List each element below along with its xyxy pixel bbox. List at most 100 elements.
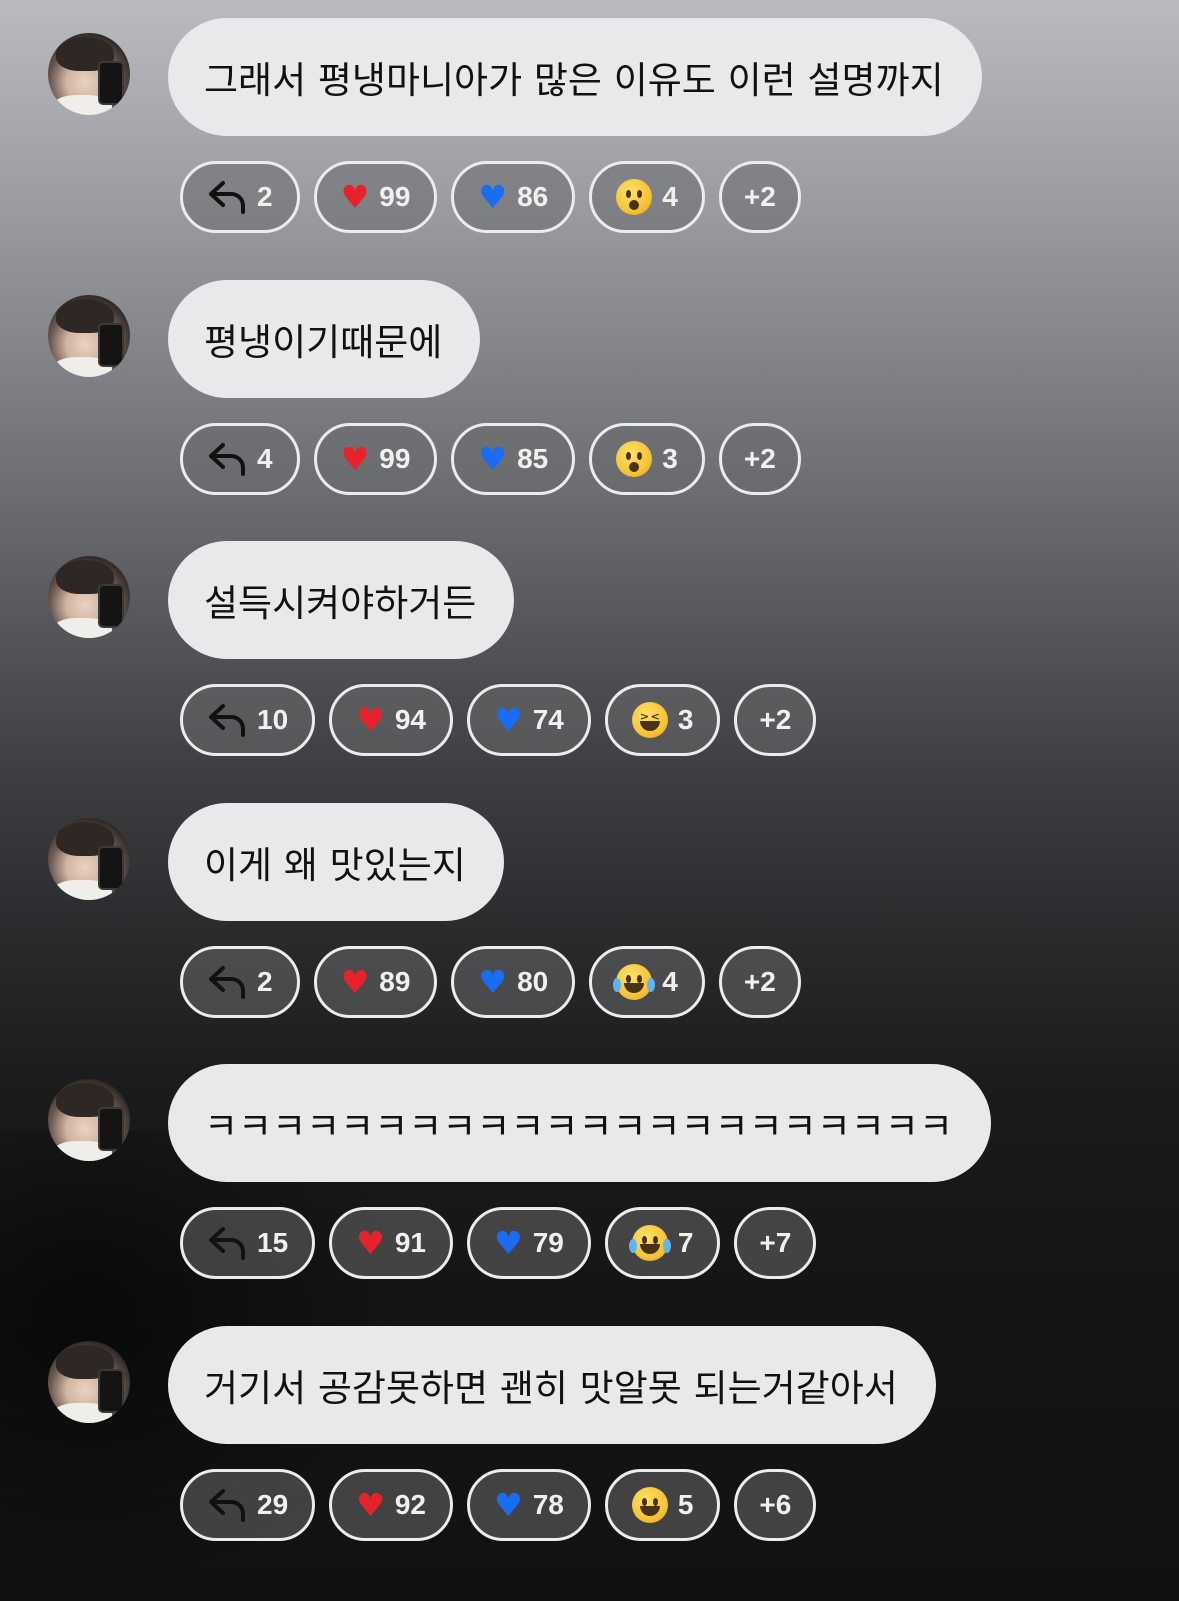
more-reactions-count: +7 xyxy=(759,1227,792,1258)
more-reactions-button[interactable]: +2 xyxy=(718,161,801,233)
reaction-count: 99 xyxy=(379,442,411,474)
more-reactions-count: +2 xyxy=(743,442,776,474)
reaction-count: 94 xyxy=(394,704,426,735)
message-bubble[interactable]: 거기서 공감못하면 괜히 맛알못 되는거같아서 xyxy=(168,1325,936,1444)
reply-count-button[interactable]: 2 xyxy=(180,945,300,1018)
more-reactions-count: +2 xyxy=(759,704,792,735)
reaction-bar: 2 ♥ 89 ♥ 80 4 +2 xyxy=(180,945,801,1018)
more-reactions-count: +2 xyxy=(743,181,776,212)
reaction-tears-of-joy-face-button[interactable]: 7 xyxy=(604,1207,721,1279)
heart-blue-icon: ♥ xyxy=(494,1485,523,1524)
message-item: 평냉이기때문에 4 ♥ 99 ♥ 85 3 +2 xyxy=(0,260,1179,527)
reply-count: 2 xyxy=(257,965,273,997)
more-reactions-button[interactable]: +2 xyxy=(718,422,801,495)
reply-count: 29 xyxy=(257,1488,289,1520)
message-bubble[interactable]: 설득시켜야하거든 xyxy=(168,541,515,659)
hushed-face-icon xyxy=(616,179,653,215)
reply-arrow-icon xyxy=(207,1225,247,1261)
reply-arrow-icon xyxy=(207,964,247,1000)
reply-count: 15 xyxy=(257,1227,289,1258)
reply-count-button[interactable]: 2 xyxy=(180,161,300,233)
heart-red-icon: ♥ xyxy=(356,1224,385,1262)
heart-red-icon: ♥ xyxy=(340,962,370,1001)
reply-count-button[interactable]: 4 xyxy=(180,422,300,495)
reaction-count: 85 xyxy=(517,442,549,474)
hushed-face-icon xyxy=(616,440,653,477)
heart-blue-icon: ♥ xyxy=(494,1224,523,1262)
more-reactions-button[interactable]: +2 xyxy=(734,684,817,756)
reaction-heart-blue-button[interactable]: ♥ 74 xyxy=(467,684,591,756)
message-bubble[interactable]: 평냉이기때문에 xyxy=(168,279,481,398)
reply-arrow-icon xyxy=(207,179,247,215)
reaction-heart-blue-button[interactable]: ♥ 78 xyxy=(467,1468,591,1541)
reaction-count: 80 xyxy=(517,965,549,997)
reply-arrow-icon xyxy=(207,1487,247,1523)
reply-arrow-icon xyxy=(207,441,247,477)
reaction-squinting-laughing-face-button[interactable]: > < 3 xyxy=(604,684,721,756)
reaction-heart-red-button[interactable]: ♥ 99 xyxy=(313,161,438,233)
reaction-heart-red-button[interactable]: ♥ 91 xyxy=(329,1207,453,1279)
reply-count-button[interactable]: 29 xyxy=(180,1468,316,1541)
message-bubble[interactable]: ㅋㅋㅋㅋㅋㅋㅋㅋㅋㅋㅋㅋㅋㅋㅋㅋㅋㅋㅋㅋㅋㅋ xyxy=(168,1064,991,1182)
message-item: 설득시켜야하거든 10 ♥ 94 ♥ 74 > < 3 +2 xyxy=(0,521,1179,788)
reply-count: 4 xyxy=(257,442,273,474)
reaction-count: 86 xyxy=(517,181,549,212)
tears-of-joy-face-icon xyxy=(628,1225,671,1261)
reaction-count: 92 xyxy=(394,1488,426,1520)
reaction-heart-blue-button[interactable]: ♥ 80 xyxy=(451,945,576,1018)
reaction-count: 3 xyxy=(662,442,678,474)
reaction-heart-red-button[interactable]: ♥ 99 xyxy=(313,422,438,495)
reply-arrow-icon xyxy=(207,702,247,738)
avatar[interactable] xyxy=(48,1340,130,1423)
reaction-tears-of-joy-face-button[interactable]: 4 xyxy=(589,945,705,1018)
more-reactions-button[interactable]: +2 xyxy=(718,945,801,1018)
reaction-count: 74 xyxy=(532,704,564,735)
more-reactions-count: +2 xyxy=(743,965,776,997)
reaction-count: 91 xyxy=(394,1227,426,1258)
reaction-count: 89 xyxy=(379,965,411,997)
reaction-heart-blue-button[interactable]: ♥ 85 xyxy=(451,422,576,495)
reaction-heart-red-button[interactable]: ♥ 89 xyxy=(313,945,438,1018)
reaction-heart-blue-button[interactable]: ♥ 86 xyxy=(451,161,576,233)
reply-count: 2 xyxy=(257,181,273,212)
reply-count: 10 xyxy=(257,704,289,735)
message-item: 이게 왜 맛있는지 2 ♥ 89 ♥ 80 4 +2 xyxy=(0,783,1179,1050)
reply-count-button[interactable]: 15 xyxy=(180,1207,316,1279)
reaction-hushed-face-button[interactable]: 4 xyxy=(589,161,705,233)
squinting-laughing-face-icon: > < xyxy=(631,702,668,738)
reaction-count: 78 xyxy=(532,1488,564,1520)
more-reactions-button[interactable]: +6 xyxy=(734,1468,817,1541)
heart-blue-icon: ♥ xyxy=(478,178,508,216)
message-item: ㅋㅋㅋㅋㅋㅋㅋㅋㅋㅋㅋㅋㅋㅋㅋㅋㅋㅋㅋㅋㅋㅋ 15 ♥ 91 ♥ 79 7 +7 xyxy=(0,1044,1179,1311)
avatar[interactable] xyxy=(48,294,130,377)
avatar[interactable] xyxy=(48,33,130,115)
reaction-count: 3 xyxy=(677,704,694,735)
reaction-bar: 4 ♥ 99 ♥ 85 3 +2 xyxy=(180,422,801,495)
reaction-count: 4 xyxy=(662,965,678,997)
reaction-count: 99 xyxy=(379,181,411,212)
grinning-face-icon xyxy=(631,1486,668,1523)
heart-red-icon: ♥ xyxy=(356,1485,385,1524)
heart-red-icon: ♥ xyxy=(340,178,370,216)
reaction-grinning-face-button[interactable]: 5 xyxy=(604,1468,721,1541)
avatar[interactable] xyxy=(48,556,130,638)
reaction-heart-red-button[interactable]: ♥ 92 xyxy=(329,1468,453,1541)
reaction-bar: 15 ♥ 91 ♥ 79 7 +7 xyxy=(180,1207,817,1279)
more-reactions-count: +6 xyxy=(759,1488,792,1520)
heart-blue-icon: ♥ xyxy=(494,701,523,739)
avatar[interactable] xyxy=(48,817,130,900)
more-reactions-button[interactable]: +7 xyxy=(734,1207,817,1279)
tears-of-joy-face-icon xyxy=(613,963,656,1000)
reply-count-button[interactable]: 10 xyxy=(180,684,316,756)
reaction-heart-blue-button[interactable]: ♥ 79 xyxy=(467,1207,591,1279)
heart-red-icon: ♥ xyxy=(356,701,385,739)
heart-blue-icon: ♥ xyxy=(478,962,508,1001)
reaction-hushed-face-button[interactable]: 3 xyxy=(589,422,705,495)
reaction-bar: 2 ♥ 99 ♥ 86 4 +2 xyxy=(180,161,801,233)
message-bubble[interactable]: 이게 왜 맛있는지 xyxy=(168,802,504,921)
reaction-heart-red-button[interactable]: ♥ 94 xyxy=(329,684,453,756)
reaction-count: 79 xyxy=(532,1227,564,1258)
message-bubble[interactable]: 그래서 평냉마니아가 많은 이유도 이런 설명까지 xyxy=(168,18,982,136)
reaction-count: 5 xyxy=(677,1488,694,1520)
avatar[interactable] xyxy=(48,1079,130,1161)
